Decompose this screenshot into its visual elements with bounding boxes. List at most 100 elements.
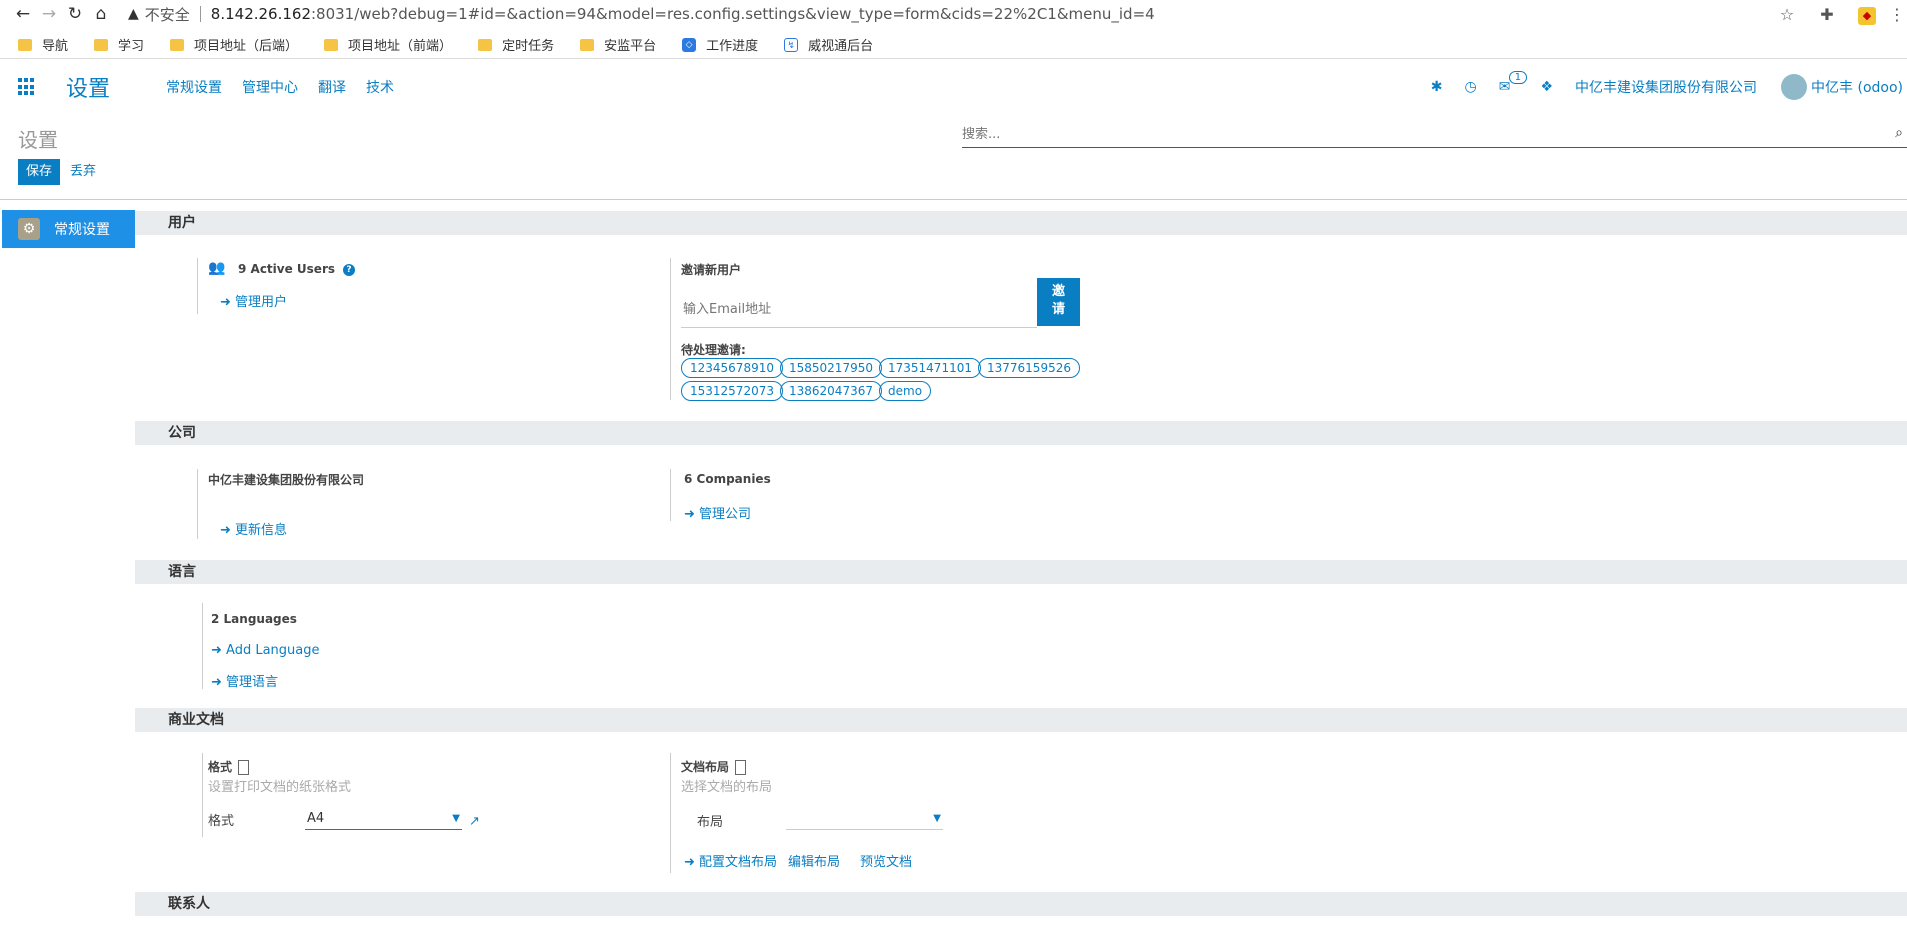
layout-field-label: 布局 [697, 815, 724, 830]
save-button[interactable]: 保存 [18, 159, 61, 185]
manage-companies-link[interactable]: ➜ 管理公司 [684, 503, 751, 522]
folder-icon [478, 38, 493, 51]
pending-invites-label: 待处理邀请: [681, 343, 746, 357]
edit-layout-link[interactable]: 编辑布局 [788, 851, 840, 870]
update-info-link[interactable]: ➜ 更新信息 [220, 519, 287, 538]
help-icon[interactable]: ? [343, 263, 356, 276]
company-switcher[interactable]: 中亿丰建设集团股份有限公司 [1575, 77, 1757, 97]
preview-document-link[interactable]: 预览文档 [860, 851, 912, 870]
manage-languages-label: 管理语言 [226, 675, 279, 690]
pending-invite-tag[interactable]: 17351471101 [879, 358, 981, 378]
pending-invite-tag[interactable]: 15312572073 [681, 381, 783, 401]
link-icon: ↯ [784, 37, 799, 52]
discard-button[interactable]: 丢弃 [70, 159, 96, 185]
bookmarks-bar: 导航 学习 项目地址（后端） 项目地址（前端） 定时任务 安监平台 ◇ 工作进度 … [0, 31, 1907, 59]
manage-users-label: 管理用户 [235, 295, 288, 310]
star-icon[interactable]: ☆ [1767, 5, 1807, 24]
menu-general-settings[interactable]: 常规设置 [166, 77, 222, 97]
user-menu[interactable]: 中亿丰 (odoo) [1811, 77, 1903, 97]
divider [197, 258, 198, 314]
layout-description: 选择文档的布局 [681, 780, 773, 795]
bookmark-item[interactable]: 学习 [94, 35, 144, 54]
folder-icon [170, 38, 185, 51]
manage-languages-link[interactable]: ➜ 管理语言 [211, 671, 278, 690]
sidebar-item-general-settings[interactable]: ⚙ 常规设置 [2, 210, 135, 248]
extension-badge-icon[interactable]: ◆ [1847, 4, 1887, 25]
pending-invite-tag[interactable]: 13862047367 [780, 381, 882, 401]
active-users-label: 9 Active Users [238, 262, 336, 276]
bookmark-item[interactable]: ↯ 威视通后台 [784, 35, 873, 54]
sidebar-item-label: 常规设置 [54, 222, 110, 238]
page-title: 设置 [18, 128, 58, 152]
url-host: 8.142.26.162 [210, 5, 311, 23]
bookmark-item[interactable]: 项目地址（前端） [324, 35, 452, 54]
search-input[interactable] [962, 122, 1862, 146]
layout-title-label: 文档布局 [681, 760, 730, 774]
apps-grid-icon[interactable] [18, 78, 36, 96]
chevron-down-icon: ▼ [933, 813, 941, 824]
section-header-business-docs: 商业文档 [135, 708, 1907, 732]
search-icon[interactable]: ⌕ [1895, 125, 1903, 141]
main-navbar: 设置 常规设置 管理中心 翻译 技术 ✱ ◷ ✉ 1 ❖ 中亿丰建设集团股份有限公… [0, 64, 1907, 110]
section-header-users: 用户 [135, 211, 1907, 235]
manage-users-link[interactable]: ➜ 管理用户 [220, 291, 287, 310]
menu-dots-icon[interactable]: ⋮ [1887, 5, 1907, 24]
menu-admin-center[interactable]: 管理中心 [242, 77, 298, 97]
reload-icon[interactable]: ↻ [62, 1, 88, 27]
url-separator [199, 6, 201, 22]
email-field[interactable] [681, 292, 1037, 328]
layout-select[interactable]: ▼ [786, 808, 943, 830]
company-name: 中亿丰建设集团股份有限公司 [208, 473, 365, 487]
gift-icon[interactable]: ❖ [1540, 79, 1553, 95]
avatar[interactable] [1781, 74, 1808, 100]
folder-icon [580, 38, 595, 51]
add-language-link[interactable]: ➜ Add Language [211, 643, 320, 658]
back-icon[interactable]: ← [10, 1, 36, 27]
bug-icon[interactable]: ✱ [1431, 79, 1443, 95]
companies-count: 6 Companies [684, 472, 771, 486]
bookmark-item[interactable]: 定时任务 [478, 35, 554, 54]
gear-icon: ⚙ [18, 218, 40, 240]
languages-count: 2 Languages [211, 612, 297, 626]
forward-icon[interactable]: → [36, 1, 62, 27]
bookmark-label: 威视通后台 [808, 39, 874, 54]
invite-button-label: 邀请 [1051, 284, 1065, 317]
home-icon[interactable]: ⌂ [88, 1, 114, 27]
chat-icon[interactable]: ✉ 1 [1499, 71, 1528, 95]
menu-translations[interactable]: 翻译 [318, 77, 346, 97]
divider [670, 753, 671, 873]
external-link-icon[interactable]: ↗ [469, 814, 480, 829]
building-icon [735, 760, 747, 775]
bookmark-item[interactable]: ◇ 工作进度 [682, 35, 758, 54]
pending-invite-tag[interactable]: demo [879, 381, 932, 401]
layout-title: 文档布局 [681, 758, 747, 775]
clock-icon[interactable]: ◷ [1465, 79, 1477, 95]
address-bar[interactable]: ▲ 不安全 8.142.26.162:8031/web?debug=1#id=&… [128, 4, 1155, 25]
pending-invite-tag[interactable]: 13776159526 [978, 358, 1080, 378]
app-brand[interactable]: 设置 [66, 71, 110, 103]
bookmark-item[interactable]: 安监平台 [580, 35, 656, 54]
bookmark-item[interactable]: 导航 [18, 35, 68, 54]
bookmark-item[interactable]: 项目地址（后端） [170, 35, 298, 54]
bookmark-label: 定时任务 [502, 39, 555, 54]
folder-icon [94, 38, 109, 51]
format-select-value: A4 [307, 811, 325, 826]
pending-invite-tag[interactable]: 12345678910 [681, 358, 783, 378]
active-users-count: 9 Active Users? [238, 262, 356, 276]
divider [197, 469, 198, 539]
extensions-icon[interactable]: ✚ [1807, 5, 1847, 24]
building-icon [238, 760, 250, 775]
invite-button[interactable]: 邀请 [1037, 278, 1080, 326]
warning-icon: ▲ [128, 6, 139, 22]
section-header-company: 公司 [135, 421, 1907, 445]
configure-layout-link[interactable]: ➜ 配置文档布局 [684, 851, 777, 870]
configure-layout-label: 配置文档布局 [699, 855, 778, 870]
manage-companies-label: 管理公司 [699, 507, 752, 522]
format-select[interactable]: A4 ▼ [305, 808, 462, 830]
menu-technical[interactable]: 技术 [366, 77, 394, 97]
bookmark-label: 项目地址（前端） [348, 39, 453, 54]
search-bar: ⌕ [962, 122, 1907, 148]
bookmark-label: 安监平台 [604, 39, 657, 54]
folder-icon [324, 38, 339, 51]
pending-invite-tag[interactable]: 15850217950 [780, 358, 882, 378]
